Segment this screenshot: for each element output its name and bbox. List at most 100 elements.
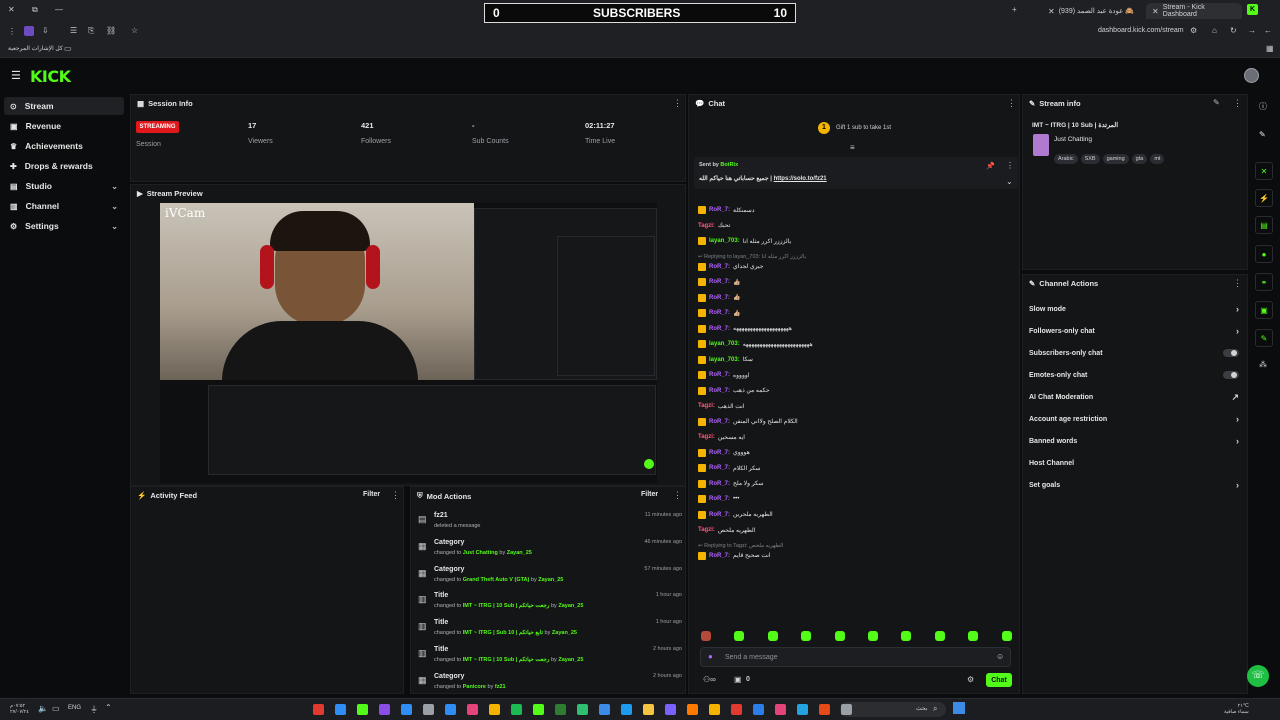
chat-username[interactable]: RoR_7: xyxy=(709,326,730,332)
volume-icon[interactable]: 🔈 xyxy=(38,704,48,713)
rail-panel-icon[interactable]: ▣ xyxy=(1255,301,1273,319)
pencil-icon[interactable]: ✎ xyxy=(1259,130,1266,139)
taskbar-app-icon[interactable] xyxy=(665,704,676,715)
collapse-icon[interactable]: ≡ xyxy=(850,143,855,152)
emote-icon[interactable] xyxy=(901,631,912,641)
emote-icon[interactable] xyxy=(868,631,878,641)
chat-username[interactable]: RoR_7: xyxy=(709,295,730,301)
edit-icon[interactable]: ✎ xyxy=(1213,98,1220,107)
taskbar-app-icon[interactable] xyxy=(533,704,544,715)
share-icon[interactable]: ⁂ xyxy=(1259,360,1267,369)
detail-value[interactable]: IMT ~ ITRG | Sub 10 | تابع حياتكم xyxy=(463,630,543,636)
emote-icon[interactable] xyxy=(767,631,778,641)
emote-icon[interactable] xyxy=(968,631,979,641)
send-chat-button[interactable]: Chat xyxy=(986,673,1012,687)
link-icon[interactable]: ⛓ xyxy=(106,26,116,35)
menu-dots-icon[interactable]: ⋮ xyxy=(8,27,16,36)
taskbar-app-icon[interactable] xyxy=(797,704,808,715)
emote-icon[interactable] xyxy=(1001,631,1012,641)
gift-count-badge[interactable]: 1 xyxy=(818,122,830,134)
sidebar-item-stream[interactable]: ⊙ Stream xyxy=(4,97,124,115)
more-options-icon[interactable]: ⋮ xyxy=(673,98,682,109)
rail-wrench-icon[interactable]: ✎ xyxy=(1255,329,1273,347)
emote-icon[interactable] xyxy=(834,631,845,641)
detail-value[interactable]: IMT ~ ITRG | 10 Sub | رجعت حياتكم xyxy=(463,603,550,609)
channel-action-slow-mode[interactable]: Slow mode › xyxy=(1029,302,1243,316)
gift-sub-text[interactable]: Gift 1 sub to take 1st xyxy=(836,125,891,131)
more-options-icon[interactable]: ⋮ xyxy=(1233,98,1242,109)
detail-value[interactable]: Grand Theft Auto V (GTA) xyxy=(463,577,530,583)
detail-user[interactable]: Zayan_25 xyxy=(558,657,583,663)
chat-username[interactable]: Tagzi: xyxy=(698,223,715,229)
support-chat-icon[interactable]: ☏ xyxy=(1247,665,1269,687)
minimize-icon[interactable]: — xyxy=(55,5,63,14)
chat-username[interactable]: Tagzi: xyxy=(698,527,715,533)
chat-settings-icon[interactable]: ⚙ xyxy=(967,675,974,684)
detail-user[interactable]: Zayan_25 xyxy=(507,550,532,556)
detail-value[interactable]: Panicore xyxy=(463,684,486,690)
chat-username[interactable]: RoR_7: xyxy=(709,310,730,316)
rail-close-icon[interactable]: ✕ xyxy=(1255,162,1273,180)
new-tab-icon[interactable]: + xyxy=(1012,5,1017,14)
chat-username[interactable]: layan_703: xyxy=(709,357,740,363)
channel-action-ai-chat-moderation[interactable]: AI Chat Moderation ↗ xyxy=(1029,390,1243,404)
taskbar-app-icon[interactable] xyxy=(731,704,742,715)
gift-icon[interactable]: ▣ xyxy=(734,675,742,684)
taskbar-app-icon[interactable] xyxy=(335,704,346,715)
detail-user[interactable]: Zayan_25 xyxy=(558,603,583,609)
sidebar-item-revenue[interactable]: ▣ Revenue xyxy=(4,117,124,135)
activity-filter-button[interactable]: Filter xyxy=(363,491,380,498)
channel-action-host-channel[interactable]: Host Channel xyxy=(1029,456,1243,470)
language-indicator[interactable]: ENG xyxy=(68,705,81,711)
sidebar-item-achievements[interactable]: ♛ Achievements xyxy=(4,137,124,155)
extension-icon[interactable] xyxy=(24,26,34,36)
emote-icon[interactable] xyxy=(801,631,812,641)
detail-user[interactable]: Zayan_25 xyxy=(538,577,563,583)
taskbar-search[interactable]: بحث ⌕ xyxy=(840,702,946,717)
close-icon[interactable]: ✕ xyxy=(8,5,15,14)
more-options-icon[interactable]: ⋮ xyxy=(673,490,682,501)
chat-username[interactable]: layan_703: xyxy=(709,341,740,347)
chat-username[interactable]: RoR_7: xyxy=(709,450,730,456)
emote-icon[interactable] xyxy=(734,631,745,641)
emoji-icon[interactable]: ☺ xyxy=(996,652,1004,661)
chat-username[interactable]: RoR_7: xyxy=(709,465,730,471)
channel-action-emotes-only-chat[interactable]: Emotes-only chat xyxy=(1029,368,1243,382)
taskbar-app-icon[interactable] xyxy=(643,704,654,715)
all-bookmarks[interactable]: كل الإشارات المرجعية xyxy=(8,45,63,52)
home-icon[interactable]: ⌂ xyxy=(1212,26,1217,35)
detail-user[interactable]: Zayan_25 xyxy=(552,630,577,636)
taskbar-app-icon[interactable] xyxy=(379,704,390,715)
channel-action-followers-only-chat[interactable]: Followers-only chat › xyxy=(1029,324,1243,338)
taskbar-app-icon[interactable] xyxy=(467,704,478,715)
channel-action-set-goals[interactable]: Set goals › xyxy=(1029,478,1243,492)
taskbar-app-icon[interactable] xyxy=(819,704,830,715)
reload-icon[interactable]: ↻ xyxy=(1230,26,1237,35)
network-icon[interactable]: ▭ xyxy=(52,704,60,713)
chat-username[interactable]: RoR_7: xyxy=(709,512,730,518)
mic-tray-icon[interactable]: ⏚ xyxy=(90,704,98,715)
avatar[interactable] xyxy=(1244,68,1259,83)
forward-icon[interactable]: → xyxy=(1248,26,1256,35)
chat-username[interactable]: RoR_7: xyxy=(709,481,730,487)
taskbar-app-icon[interactable] xyxy=(753,704,764,715)
kick-logo[interactable]: KICK xyxy=(30,67,71,86)
browser-tab-youtube[interactable]: ✕ (939) عودة عبد الصمد 🙈 xyxy=(1042,3,1142,19)
site-settings-icon[interactable]: ⚙ xyxy=(1190,26,1197,35)
channel-action-banned-words[interactable]: Banned words › xyxy=(1029,434,1243,448)
hamburger-icon[interactable]: ☰ xyxy=(11,69,21,82)
channel-action-subscribers-only-chat[interactable]: Subscribers-only chat xyxy=(1029,346,1243,360)
emote-icon[interactable] xyxy=(701,631,711,641)
more-options-icon[interactable]: ⋮ xyxy=(1233,278,1242,289)
taskbar-app-icon[interactable] xyxy=(577,704,588,715)
bot-name[interactable]: BotRix xyxy=(720,162,738,168)
taskbar-app-icon[interactable] xyxy=(445,704,456,715)
more-options-icon[interactable]: ⋮ xyxy=(391,490,400,501)
chevron-down-icon[interactable]: ⌄ xyxy=(1006,177,1013,186)
detail-value[interactable]: IMT ~ ITRG | 10 Sub | رجعت حياتكم xyxy=(463,657,550,663)
sidebar-item-settings[interactable]: ⚙ Settings ⌄ xyxy=(4,217,124,235)
close-tab-icon[interactable]: ✕ xyxy=(1048,7,1055,16)
chat-username[interactable]: RoR_7: xyxy=(709,279,730,285)
taskbar-app-icon[interactable] xyxy=(489,704,500,715)
chat-input[interactable]: Send a message xyxy=(700,647,1011,667)
